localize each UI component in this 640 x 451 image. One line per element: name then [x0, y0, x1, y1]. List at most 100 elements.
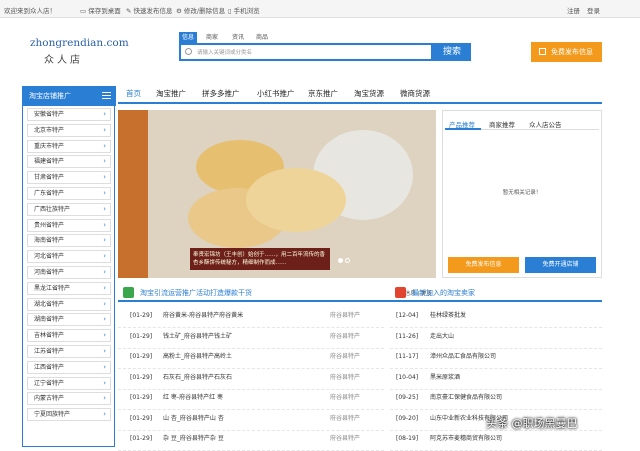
search-button[interactable]: 搜索 [433, 43, 471, 61]
sidebar-item-label: 安徽省特产 [34, 111, 65, 118]
quick-publish-link[interactable]: ✎ 快速发布信息 [126, 5, 173, 15]
nav-home[interactable]: 首页 [126, 88, 141, 99]
list-item-title[interactable]: 红 枣-府谷县特产红 枣 [163, 388, 223, 408]
nav-pinduoduo[interactable]: 拼多多推广 [202, 88, 240, 99]
sidebar-item[interactable]: 吉林省特产 › [27, 329, 111, 343]
sidebar-item[interactable]: 河南省特产 › [27, 266, 111, 279]
list-item[interactable]: [01-29] 山 杏_府谷县特产山 杏 府谷县特产 [118, 409, 384, 431]
slider-dot[interactable] [338, 258, 343, 263]
publish-button[interactable]: 免费发布信息 [531, 42, 602, 62]
list-item[interactable]: [11-17] 漳州众品汇食品有限公司 [390, 347, 602, 369]
open-shop-button[interactable]: 免费开通店铺 [525, 257, 596, 273]
list-item-title[interactable]: 南京豪汇保健食品有限公司 [430, 388, 502, 408]
chevron-right-icon: › [103, 125, 106, 134]
list-item-title[interactable]: 高粉土_府谷县特产高岭土 [163, 347, 232, 367]
list-item-title[interactable]: 山 杏_府谷县特产山 杏 [163, 409, 224, 429]
sidebar-item-label: 重庆市特产 [34, 142, 65, 150]
list-item[interactable]: [10-04] 黑米原浆酒 [390, 368, 602, 390]
tab-announcement[interactable]: 众人店公告 [529, 119, 562, 129]
nav-taobao[interactable]: 淘宝推广 [156, 88, 186, 99]
sidebar-item[interactable]: 甘肃省特产 › [27, 171, 111, 185]
list-item-title[interactable]: 杂 豆_府谷县特产杂 豆 [163, 429, 224, 449]
sidebar-item[interactable]: 辽宁省特产 › [27, 376, 111, 390]
section-title-left[interactable]: 淘宝引流运营推广活动打造爆款干货 [140, 288, 252, 298]
chevron-right-icon: › [103, 347, 106, 355]
nav-wechat-supply[interactable]: 微商货源 [400, 88, 430, 99]
welcome-text: 欢迎来到众人店！ [4, 7, 56, 15]
sidebar-item-label: 广东省特产 [34, 190, 65, 197]
banner-slider[interactable]: 奉贤宏锦坊（王丰创）始创于……，用二百年流传的香杏乡酥饼传统秘方，精细制作而成…… [118, 110, 436, 278]
sidebar-item[interactable]: 黑龙江省特产 › [27, 281, 111, 295]
sidebar-item-label: 甘肃省特产 [34, 174, 65, 182]
list-item[interactable]: [09-25] 南京豪汇保健食品有限公司 [390, 388, 602, 410]
list-item-date: [01-29] [130, 312, 153, 319]
sidebar-item[interactable]: 宁夏回族特产 › [27, 408, 111, 422]
sidebar-item[interactable]: 湖南省特产 › [27, 313, 111, 327]
sidebar-item[interactable]: 广东省特产 › [27, 187, 111, 200]
list-item-title[interactable]: 黑米原浆酒 [430, 368, 460, 388]
list-item[interactable]: [01-29] 石灰石_府谷县特产石灰石 府谷县特产 [118, 368, 384, 390]
slider-dots[interactable] [338, 257, 352, 265]
search-tab-news[interactable]: 资讯 [229, 32, 247, 43]
search-tab-info[interactable]: 信息 [179, 32, 197, 43]
sidebar-item[interactable]: 重庆市特产 › [27, 139, 111, 153]
sidebar-item[interactable]: 安徽省特产 › [27, 108, 111, 121]
chevron-right-icon: › [103, 378, 106, 387]
mobile-browse-link[interactable]: ▯ 手机浏览 [228, 5, 260, 15]
list-item-title[interactable]: 桂林绿茶批发 [430, 306, 466, 326]
list-item-title[interactable]: 府谷黄米-府谷县特产府谷黄米 [163, 306, 243, 326]
list-item[interactable]: [01-29] 钱土矿_府谷县特产钱土矿 府谷县特产 [118, 327, 384, 349]
register-link[interactable]: 注册 [567, 5, 580, 15]
slider-dot[interactable] [345, 258, 350, 263]
logo-domain[interactable]: zhongrendian.com [30, 37, 129, 49]
chevron-right-icon: › [103, 268, 106, 276]
list-item[interactable]: [01-29] 杂 豆_府谷县特产杂 豆 府谷县特产 [118, 429, 384, 451]
sidebar-item[interactable]: 河北省特产 › [27, 250, 111, 264]
edit-delete-link[interactable]: ⚙ 修改/删除信息 [176, 5, 225, 15]
sidebar-item[interactable]: 江西省特产 › [27, 360, 111, 374]
list-item[interactable]: [11-26] 走出大山 [390, 327, 602, 349]
sidebar-item[interactable]: 福建省特产 › [27, 155, 111, 169]
login-link[interactable]: 登录 [587, 5, 600, 15]
list-item[interactable]: [01-29] 红 枣-府谷县特产红 枣 府谷县特产 [118, 388, 384, 410]
list-item[interactable]: [01-29] 府谷黄米-府谷县特产府谷黄米 府谷县特产 [118, 306, 384, 328]
search-input[interactable]: 请输入关键词或分类名 [179, 43, 433, 61]
search-tab-shop[interactable]: 商家 [203, 32, 221, 43]
list-item[interactable]: [08-19] 阿克苏市麦穗商贸有限公司 [390, 429, 602, 451]
sidebar-item[interactable]: 内蒙古特产 › [27, 392, 111, 406]
list-item-title[interactable]: 阿克苏市麦穗商贸有限公司 [430, 429, 502, 449]
list-item-date: [08-19] [396, 435, 419, 442]
nav-jd[interactable]: 京东推广 [308, 88, 338, 99]
sidebar-item[interactable]: 海南省特产 › [27, 234, 111, 248]
nav-taobao-supply[interactable]: 淘宝货源 [354, 88, 384, 99]
save-desktop-link[interactable]: ▭ 保存到桌面 [80, 5, 121, 15]
list-item[interactable]: [12-04] 桂林绿茶批发 [390, 306, 602, 328]
main-nav: 首页 淘宝推广 拼多多推广 小红书推广 京东推广 淘宝货源 微商货源 [118, 84, 602, 104]
sidebar-item[interactable]: 湖北省特产 › [27, 297, 111, 311]
list-item-title[interactable]: 石灰石_府谷县特产石灰石 [163, 368, 232, 388]
list-item-title[interactable]: 钱土矿_府谷县特产钱土矿 [163, 327, 232, 347]
sidebar-item[interactable]: 贵州省特产 › [27, 218, 111, 232]
chevron-right-icon: › [103, 252, 106, 261]
search-tab-product[interactable]: 商品 [253, 32, 271, 43]
list-item-date: [01-29] [130, 414, 153, 422]
sidebar-item[interactable]: 广西壮族特产 › [27, 202, 111, 216]
chevron-right-icon: › [103, 394, 106, 403]
sidebar-item-label: 湖北省特产 [34, 300, 65, 308]
sidebar-item[interactable]: 江苏省特产 › [27, 345, 111, 358]
list-item-title[interactable]: 漳州众品汇食品有限公司 [430, 347, 496, 367]
menu-icon[interactable] [102, 92, 111, 99]
list-item-date: [11-26] [396, 332, 419, 340]
list-item-date: [12-04] [396, 312, 419, 319]
banner-caption: 奉贤宏锦坊（王丰创）始创于……，用二百年流传的香杏乡酥饼传统秘方，精细制作而成…… [190, 248, 330, 270]
list-item-title[interactable]: 走出大山 [430, 327, 454, 347]
list-item-cat: 府谷县特产 [330, 353, 361, 360]
chevron-right-icon: › [103, 173, 106, 182]
sidebar-item[interactable]: 北京市特产 › [27, 123, 111, 137]
section-title-right[interactable]: 最新加入的淘宝卖家 [412, 288, 475, 298]
free-publish-button[interactable]: 免费发布信息 [448, 257, 519, 273]
logo-name[interactable]: 众人店 [44, 51, 83, 66]
tab-shop-recommend[interactable]: 商家推荐 [489, 119, 515, 129]
list-item[interactable]: [01-29] 高粉土_府谷县特产高岭土 府谷县特产 [118, 347, 384, 369]
nav-xiaohongshu[interactable]: 小红书推广 [257, 88, 295, 99]
